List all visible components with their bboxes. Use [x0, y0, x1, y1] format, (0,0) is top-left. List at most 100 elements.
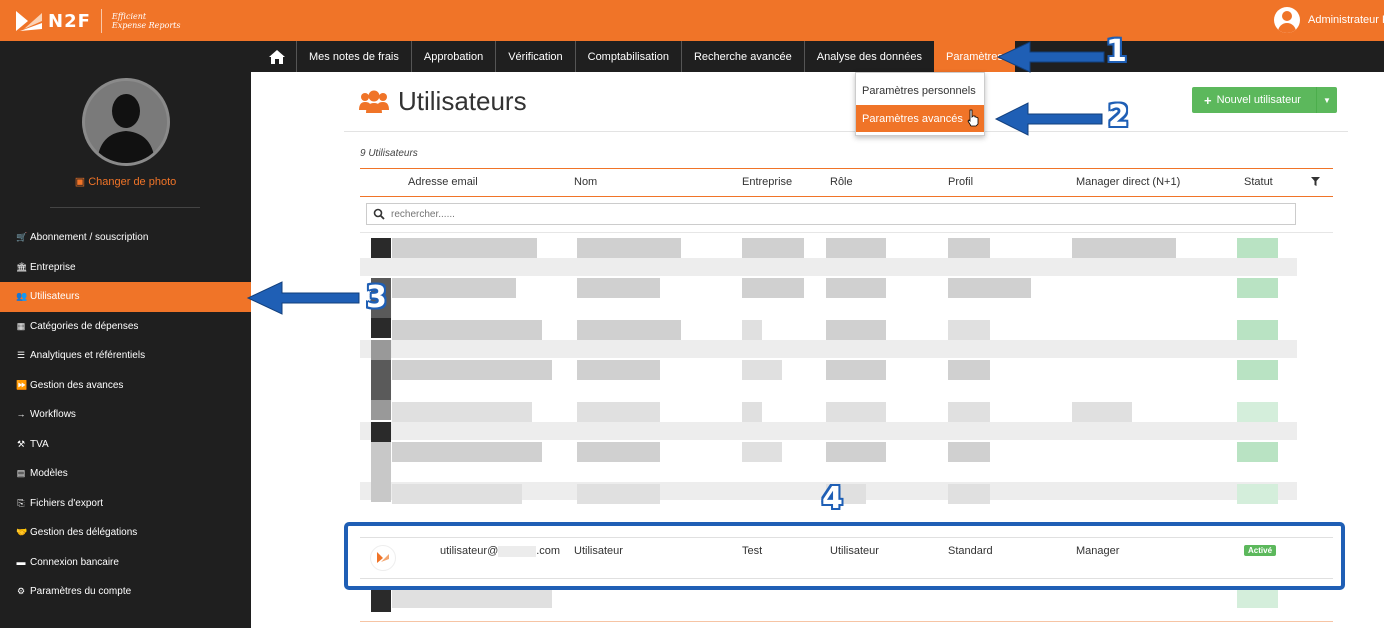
profile-photo[interactable]	[82, 78, 170, 166]
nav-expenses[interactable]: Mes notes de frais	[296, 41, 411, 72]
new-user-main[interactable]: + Nouvel utilisateur	[1192, 93, 1316, 108]
blurred-status	[1237, 402, 1278, 422]
title-divider	[344, 131, 1348, 132]
sidebar-item-export-files[interactable]: ⎘ Fichiers d'export	[0, 489, 251, 519]
blurred-company	[742, 442, 782, 462]
avatar-pixelated	[371, 340, 391, 360]
home-icon	[268, 49, 286, 65]
blurred-role	[826, 320, 886, 340]
change-photo-label: Changer de photo	[88, 176, 177, 188]
cart-icon: 🛒	[16, 232, 28, 243]
blurred-name	[577, 442, 660, 462]
user-menu[interactable]: Administrateur R	[1274, 7, 1384, 33]
blurred-company	[742, 360, 782, 380]
annotation-highlight-box	[344, 522, 1345, 590]
row-stripe	[360, 258, 1297, 276]
grid-icon: ▦	[16, 320, 26, 331]
sidebar-item-label: Analytiques et référentiels	[30, 350, 146, 362]
avatar-pixelated	[371, 422, 391, 442]
blurred-status	[1237, 238, 1278, 258]
nav-verification[interactable]: Vérification	[495, 41, 574, 72]
blurred-company	[742, 402, 762, 422]
sidebar-item-advances[interactable]: ⏩ Gestion des avances	[0, 371, 251, 401]
bank-icon: 🏛	[16, 261, 28, 272]
users-icon	[358, 90, 390, 114]
users-icon: 👥	[16, 291, 28, 302]
page-title: Utilisateurs	[358, 86, 527, 117]
annotation-arrow-1-icon	[996, 41, 1105, 73]
person-silhouette-icon	[97, 94, 155, 163]
bank-card-icon: ▬	[16, 556, 26, 567]
search-input[interactable]	[391, 208, 1271, 220]
blurred-email	[392, 238, 537, 258]
sidebar-item-label: TVA	[30, 438, 49, 450]
blurred-status	[1237, 588, 1278, 608]
nav-data-analysis[interactable]: Analyse des données	[803, 41, 934, 72]
sidebar-item-label: Gestion des avances	[30, 379, 124, 391]
plus-icon: +	[1204, 92, 1212, 108]
avatar-pixelated	[371, 442, 391, 482]
sidebar-item-analytics[interactable]: ☰ Analytiques et référentiels	[0, 341, 251, 371]
sidebar-item-templates[interactable]: ▤ Modèles	[0, 459, 251, 489]
settings-dropdown: Paramètres personnels Paramètres avancés	[855, 72, 985, 136]
sidebar-item-company[interactable]: 🏛 Entreprise	[0, 253, 251, 283]
column-header-manager[interactable]: Manager direct (N+1)	[1076, 176, 1180, 188]
sidebar-item-workflows[interactable]: → Workflows	[0, 400, 251, 430]
sidebar-item-label: Entreprise	[30, 261, 76, 273]
menu-item-advanced-settings[interactable]: Paramètres avancés	[856, 105, 984, 132]
blurred-email	[392, 278, 516, 298]
template-icon: ▤	[16, 468, 26, 479]
blurred-name	[577, 238, 681, 258]
blurred-role	[826, 238, 886, 258]
search-icon	[373, 208, 385, 220]
blurred-profile	[948, 278, 1031, 298]
fast-forward-icon: ⏩	[16, 379, 28, 390]
column-header-profile[interactable]: Profil	[948, 176, 973, 188]
annotation-number-1: 1	[1106, 34, 1127, 69]
sidebar-item-label: Gestion des délégations	[30, 527, 138, 539]
annotation-arrow-3-icon	[246, 281, 360, 315]
sidebar-item-subscription[interactable]: 🛒 Abonnement / souscription	[0, 223, 251, 253]
logo-text: N2F	[48, 10, 91, 32]
blurred-email	[392, 484, 522, 504]
column-header-company[interactable]: Entreprise	[742, 176, 792, 188]
logo-tagline: Efficient Expense Reports	[112, 12, 181, 30]
blurred-name	[577, 484, 660, 504]
caret-down-icon[interactable]: ▼	[1316, 87, 1337, 113]
list-icon: ☰	[16, 350, 26, 361]
blurred-profile	[948, 442, 990, 462]
blurred-profile	[948, 402, 990, 422]
row-stripe	[360, 340, 1297, 358]
sidebar-item-delegations[interactable]: 🤝 Gestion des délégations	[0, 518, 251, 548]
sidebar-item-bank-connection[interactable]: ▬ Connexion bancaire	[0, 548, 251, 578]
menu-item-personal-settings[interactable]: Paramètres personnels	[856, 77, 984, 104]
filter-icon[interactable]	[1311, 177, 1320, 186]
search-field[interactable]	[366, 203, 1296, 225]
nav-approval[interactable]: Approbation	[410, 41, 495, 72]
user-count: 9 Utilisateurs	[360, 148, 418, 159]
change-photo-link[interactable]: ▣ Changer de photo	[0, 175, 251, 188]
sidebar-item-vat[interactable]: ⚒ TVA	[0, 430, 251, 460]
annotation-number-4: 4	[822, 481, 843, 516]
nav-home[interactable]	[258, 41, 296, 72]
gavel-icon: ⚒	[16, 438, 26, 449]
column-header-role[interactable]: Rôle	[830, 176, 853, 188]
column-header-email[interactable]: Adresse email	[408, 176, 478, 188]
sidebar-item-users[interactable]: 👥 Utilisateurs	[0, 282, 251, 312]
sidebar-item-expense-categories[interactable]: ▦ Catégories de dépenses	[0, 312, 251, 342]
avatar-pixelated	[371, 482, 391, 502]
nav-accounting[interactable]: Comptabilisation	[574, 41, 681, 72]
avatar-pixelated	[371, 238, 391, 258]
blurred-status	[1237, 278, 1278, 298]
sidebar-item-account-settings[interactable]: ⚙ Paramètres du compte	[0, 577, 251, 607]
blurred-profile	[948, 238, 990, 258]
column-header-name[interactable]: Nom	[574, 176, 597, 188]
annotation-arrow-2-icon	[994, 102, 1103, 136]
n2f-logo[interactable]: N2F Efficient Expense Reports	[14, 8, 180, 34]
blurred-company	[742, 320, 762, 340]
table-bottom-rule	[360, 621, 1333, 622]
blurred-email	[392, 402, 532, 422]
nav-advanced-search[interactable]: Recherche avancée	[680, 41, 804, 72]
new-user-button[interactable]: + Nouvel utilisateur ▼	[1192, 87, 1337, 113]
column-header-status[interactable]: Statut	[1244, 176, 1273, 188]
